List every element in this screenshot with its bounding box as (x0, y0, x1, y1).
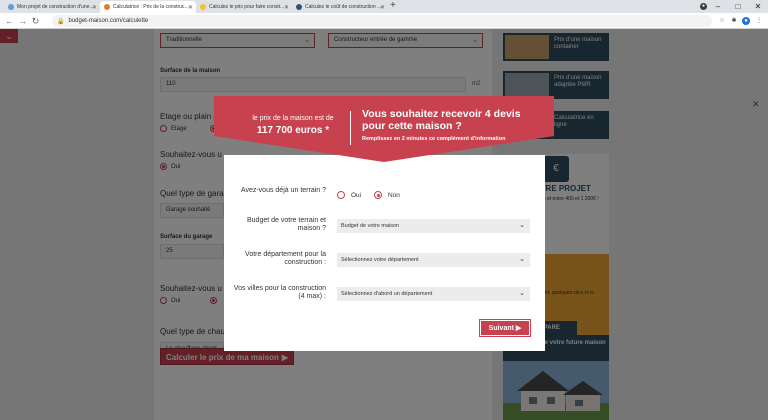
address-bar: ← → ↻ 🔒 budget-maison.com/calculette ☆ ✱… (0, 13, 768, 29)
departement-select[interactable]: Sélectionnez votre département ⌄ (337, 253, 530, 267)
site-favicon-icon (8, 4, 14, 10)
browser-tab-bar: Mon projet de construction d'une... ✕ Ca… (0, 0, 768, 13)
radio-label: Non (388, 191, 400, 199)
tab-title: Calculatrice : Prix de la construc... (113, 4, 189, 10)
tab-close-icon[interactable]: ✕ (92, 4, 97, 11)
url-text: budget-maison.com/calculette (68, 18, 149, 24)
tab-close-icon[interactable]: ✕ (380, 4, 385, 11)
new-tab-icon[interactable]: + (390, 0, 396, 11)
villes-select[interactable]: Sélectionnez d'abord un département ⌄ (337, 287, 530, 301)
reload-icon[interactable]: ↻ (30, 15, 41, 27)
url-field[interactable]: 🔒 budget-maison.com/calculette (52, 15, 712, 27)
chevron-down-icon: ⌄ (519, 256, 525, 263)
budget-select[interactable]: Budget de votre maison ⌄ (337, 219, 530, 233)
window-close-icon[interactable]: ✕ (748, 0, 768, 13)
tab-close-icon[interactable]: ✕ (188, 4, 193, 11)
lock-icon: 🔒 (57, 18, 65, 25)
site-favicon-icon (200, 4, 206, 10)
budget-question: Budget de votre terrain et maison ? (247, 217, 326, 232)
villes-select-value: Sélectionnez d'abord un département (341, 291, 433, 297)
villes-question: Vos villes pour la construction (4 max) … (233, 285, 326, 300)
browser-tab[interactable]: Calculez le coût de construction ... ✕ (292, 1, 388, 13)
back-icon[interactable]: ← (4, 15, 15, 27)
profile-menu-icon[interactable]: ● (700, 3, 707, 10)
banner-divider (350, 111, 351, 145)
chevron-down-icon: ⌄ (519, 222, 525, 229)
estimated-price: 117 700 euros * (256, 125, 330, 136)
site-favicon-icon (104, 4, 110, 10)
chevron-down-icon: ⌄ (519, 290, 525, 297)
site-favicon-icon (296, 4, 302, 10)
forward-icon[interactable]: → (17, 15, 28, 27)
browser-tab[interactable]: Mon projet de construction d'une... ✕ (4, 1, 100, 13)
next-button[interactable]: Suivant ▶ (480, 320, 530, 336)
terrain-question: Avez-vous déjà un terrain ? (240, 187, 326, 194)
play-arrow-icon: ▶ (515, 325, 522, 332)
browser-tab-active[interactable]: Calculatrice : Prix de la construc... ✕ (100, 1, 196, 13)
budget-select-value: Budget de votre maison (341, 223, 400, 229)
radio-icon (337, 191, 345, 199)
tab-title: Calculez le prix pour faire constr... (209, 4, 285, 10)
radio-selected-icon (374, 191, 382, 199)
departement-select-value: Sélectionnez votre département (341, 257, 419, 263)
minimize-icon[interactable]: – (708, 0, 728, 13)
tab-title: Calculez le coût de construction ... (305, 4, 382, 10)
radio-label: Oui (351, 191, 362, 199)
star-icon[interactable]: ☆ (718, 17, 726, 25)
price-intro: le prix de la maison est de (252, 115, 334, 122)
tab-close-icon[interactable]: ✕ (284, 4, 289, 11)
maximize-icon[interactable]: □ (728, 0, 748, 13)
departement-question: Votre département pour la construction : (245, 251, 326, 266)
menu-kebab-icon[interactable]: ⋮ (755, 17, 763, 25)
cta-title: Vous souhaitez recevoir 4 devis pour cet… (362, 108, 521, 132)
terrain-radio-non[interactable]: Non (374, 191, 400, 199)
cta-subtitle: Remplissez en 2 minutes ce complément d'… (362, 136, 506, 142)
account-avatar-icon[interactable]: ● (742, 17, 750, 25)
next-button-label: Suivant (488, 325, 514, 332)
browser-tab[interactable]: Calculez le prix pour faire constr... ✕ (196, 1, 292, 13)
tab-title: Mon projet de construction d'une... (17, 4, 94, 10)
terrain-radio-oui[interactable]: Oui (337, 191, 361, 199)
extensions-icon[interactable]: ✱ (730, 17, 738, 25)
